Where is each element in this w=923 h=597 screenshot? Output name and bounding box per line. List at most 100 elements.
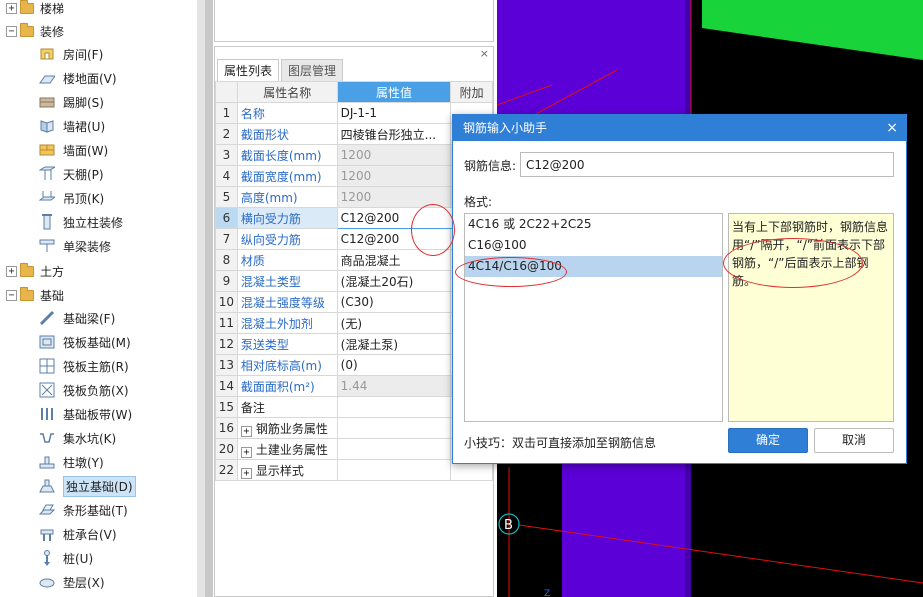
expander-icon[interactable]: + xyxy=(6,265,17,277)
slab-strip-icon xyxy=(38,406,56,422)
tree-item[interactable]: 踢脚(S) xyxy=(38,90,104,114)
tree-item[interactable]: 基础板带(W) xyxy=(38,402,132,426)
tree-item[interactable]: 筏板基础(M) xyxy=(38,330,131,354)
dialog-title: 钢筋输入小助手 xyxy=(463,121,548,135)
tree-item[interactable]: 楼地面(V) xyxy=(38,66,117,90)
property-group-row[interactable]: 22 + 显示样式 xyxy=(215,459,493,481)
ceiling-icon xyxy=(38,166,56,182)
property-group-row[interactable]: 16 + 钢筋业务属性 xyxy=(215,417,493,439)
expander-icon[interactable]: − xyxy=(6,25,17,37)
property-value[interactable]: 1.44 xyxy=(336,375,452,397)
splitter-bar[interactable] xyxy=(205,0,213,597)
tree-item[interactable]: 筏板负筋(X) xyxy=(38,378,129,402)
tab-layer-manager[interactable]: 图层管理 xyxy=(281,59,344,81)
property-value[interactable]: DJ-1-1 xyxy=(336,102,452,124)
header-value: 属性值 xyxy=(336,81,452,103)
tree-item[interactable]: 墙裙(U) xyxy=(38,114,105,138)
cancel-button[interactable]: 取消 xyxy=(814,428,894,453)
tree-item[interactable]: 筏板主筋(R) xyxy=(38,354,129,378)
property-row[interactable]: 10 混凝土强度等级 (C30) xyxy=(215,291,493,313)
property-value[interactable]: 1200 xyxy=(336,144,452,166)
tip-text: 小技巧：双击可直接添加至钢筋信息 xyxy=(464,436,657,450)
property-row[interactable]: 9 混凝土类型 (混凝土20石) xyxy=(215,270,493,292)
property-value[interactable]: (无) xyxy=(336,312,452,334)
tab-property-list[interactable]: 属性列表 xyxy=(217,59,280,81)
property-row[interactable]: 12 泵送类型 (混凝土泵) xyxy=(215,333,493,355)
format-item[interactable]: C16@100 xyxy=(465,235,722,256)
property-value[interactable]: (0) xyxy=(336,354,452,376)
expander-icon[interactable]: + xyxy=(240,425,252,437)
property-value[interactable]: 1200 xyxy=(336,186,452,208)
tree-item[interactable]: 条形基础(T) xyxy=(38,498,128,522)
property-value[interactable]: 四棱锥台形独立... xyxy=(336,123,452,145)
property-group-name[interactable]: + 土建业务属性 xyxy=(236,438,338,460)
property-value[interactable]: (混凝土泵) xyxy=(336,333,452,355)
format-item-selected[interactable]: 4C14/C16@100 xyxy=(465,256,722,277)
tree-item[interactable]: 单梁装修 xyxy=(38,234,111,258)
tree-item-label: 柱墩(Y) xyxy=(63,455,104,470)
tree-item[interactable]: 吊顶(K) xyxy=(38,186,104,210)
dialog-close-icon[interactable]: × xyxy=(886,115,898,141)
tree-item[interactable]: 桩(U) xyxy=(38,546,93,570)
property-value[interactable]: (混凝土20石) xyxy=(336,270,452,292)
tree-item[interactable]: 基础梁(F) xyxy=(38,306,115,330)
tree-item[interactable]: 房间(F) xyxy=(38,42,103,66)
tree-item[interactable]: 集水坑(K) xyxy=(38,426,116,450)
property-group-name[interactable]: + 显示样式 xyxy=(236,459,338,481)
header-extra: 附加 xyxy=(450,81,493,103)
raft-main-rebar-icon xyxy=(38,358,56,374)
tree-item[interactable]: 独立基础(D) xyxy=(38,474,136,498)
tree-scrollbar[interactable] xyxy=(197,0,205,597)
folder-icon xyxy=(20,0,34,14)
row-number: 6 xyxy=(215,207,238,229)
property-row[interactable]: 13 相对底标高(m) (0) xyxy=(215,354,493,376)
tree-group[interactable]: + 土方 xyxy=(0,259,64,283)
property-value-text: C12@200 xyxy=(340,211,400,225)
tree-item[interactable]: 天棚(P) xyxy=(38,162,104,186)
purple-column-bottom-side xyxy=(685,460,691,597)
property-row[interactable]: 5 高度(mm) 1200 xyxy=(215,186,493,208)
tree-item[interactable]: 墙面(W) xyxy=(38,138,108,162)
property-row[interactable]: 8 材质 商品混凝土 xyxy=(215,249,493,271)
property-name: 相对底标高(m) xyxy=(236,354,338,376)
row-number: 3 xyxy=(215,144,238,166)
tree-group[interactable]: − 装修 xyxy=(0,19,64,43)
tree-item-label: 筏板主筋(R) xyxy=(63,359,129,374)
tree-item[interactable]: 桩承台(V) xyxy=(38,522,117,546)
property-row[interactable]: 4 截面宽度(mm) 1200 xyxy=(215,165,493,187)
purple-column-bottom xyxy=(562,460,685,597)
property-value[interactable]: 商品混凝土 xyxy=(336,249,452,271)
property-row[interactable]: 14 截面面积(m²) 1.44 xyxy=(215,375,493,397)
property-row[interactable]: 3 截面长度(mm) 1200 xyxy=(215,144,493,166)
property-row[interactable]: 15 备注 xyxy=(215,396,493,418)
property-value[interactable]: 1200 xyxy=(336,165,452,187)
format-list[interactable]: 4C16 或 2C22+2C25 C16@100 4C14/C16@100 xyxy=(464,213,723,422)
tree-group[interactable]: − 基础 xyxy=(0,283,64,307)
property-row[interactable]: 2 截面形状 四棱锥台形独立... xyxy=(215,123,493,145)
panel-close-icon[interactable]: × xyxy=(480,47,489,60)
expander-icon[interactable]: + xyxy=(240,446,252,458)
property-value[interactable]: (C30) xyxy=(336,291,452,313)
property-value[interactable]: C12@200 xyxy=(336,228,452,250)
property-row[interactable]: 6横向受力筋 C12@200··· xyxy=(215,207,494,229)
property-row[interactable]: 11 混凝土外加剂 (无) xyxy=(215,312,493,334)
expander-icon[interactable]: + xyxy=(6,2,17,14)
expander-icon[interactable]: − xyxy=(6,289,17,301)
property-group-name[interactable]: + 钢筋业务属性 xyxy=(236,417,338,439)
property-group-row[interactable]: 20 + 土建业务属性 xyxy=(215,438,493,460)
ok-button[interactable]: 确定 xyxy=(728,428,808,453)
format-item[interactable]: 4C16 或 2C22+2C25 xyxy=(465,214,722,235)
dialog-titlebar[interactable]: 钢筋输入小助手 × xyxy=(453,115,906,141)
row-number: 2 xyxy=(215,123,238,145)
green-slab xyxy=(702,0,923,60)
tree-item-label: 筏板负筋(X) xyxy=(63,383,129,398)
expander-icon[interactable]: + xyxy=(240,467,252,479)
property-row[interactable]: 7 纵向受力筋 C12@200 xyxy=(215,228,493,250)
rebar-info-input[interactable] xyxy=(520,152,894,177)
tree-item[interactable]: 独立柱装修 xyxy=(38,210,123,234)
tree-group[interactable]: + 楼梯 xyxy=(0,0,64,20)
property-row[interactable]: 1 名称 DJ-1-1 xyxy=(215,102,493,124)
tree-item[interactable]: 垫层(X) xyxy=(38,570,105,594)
tree-item[interactable]: 柱墩(Y) xyxy=(38,450,104,474)
property-value[interactable] xyxy=(336,396,452,418)
